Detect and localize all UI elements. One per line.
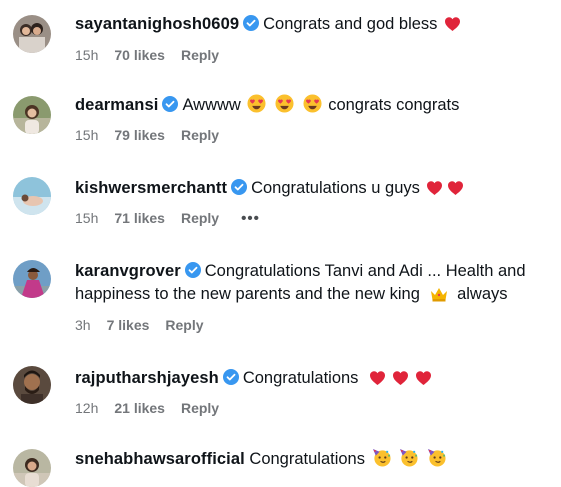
reply-button[interactable]: Reply	[181, 47, 219, 63]
red-heart-icon	[426, 180, 443, 196]
likes-count[interactable]: 7 likes	[107, 317, 150, 333]
timestamp: 15h	[75, 210, 99, 226]
partying-face-icon	[427, 448, 446, 467]
verified-badge-icon	[243, 15, 260, 31]
reply-button[interactable]: Reply	[181, 127, 219, 143]
verified-badge-icon	[184, 262, 201, 278]
verified-badge-icon	[162, 96, 179, 112]
username[interactable]: karanvgrover	[75, 262, 181, 280]
red-heart-icon	[447, 180, 464, 196]
timestamp: 15h	[75, 47, 99, 63]
username[interactable]: sayantanighosh0609	[75, 15, 239, 33]
verified-badge-icon	[231, 179, 248, 195]
comment-text: Congratulations u guys	[251, 179, 420, 197]
partying-face-icon	[399, 448, 418, 467]
username[interactable]: snehabhawsarofficial	[75, 450, 245, 468]
likes-count[interactable]: 71 likes	[114, 210, 165, 226]
likes-count[interactable]: 79 likes	[114, 127, 165, 143]
comment-text: Congratulations	[249, 450, 365, 468]
avatar[interactable]	[13, 96, 51, 134]
more-options-icon[interactable]: •••	[241, 210, 260, 227]
avatar[interactable]	[13, 449, 51, 487]
red-heart-icon	[392, 370, 409, 386]
username[interactable]: kishwersmerchantt	[75, 179, 227, 197]
username[interactable]: dearmansi	[75, 96, 158, 114]
heart-eyes-face-icon	[303, 94, 322, 113]
timestamp: 12h	[75, 400, 99, 416]
username[interactable]: rajputharshjayesh	[75, 369, 219, 387]
crown-icon	[430, 287, 448, 302]
avatar[interactable]	[13, 15, 51, 53]
avatar[interactable]	[13, 177, 51, 215]
comment-text: Congratulations	[242, 369, 359, 387]
comment-text: Congrats and god bless	[263, 15, 438, 33]
red-heart-icon	[444, 16, 461, 32]
heart-eyes-face-icon	[247, 94, 266, 113]
timestamp: 3h	[75, 317, 91, 333]
likes-count[interactable]: 21 likes	[114, 400, 165, 416]
comment-text: Congratulations Tanvi and Adi ... Health…	[204, 262, 526, 280]
avatar[interactable]	[13, 366, 51, 404]
red-heart-icon	[369, 370, 386, 386]
partying-face-icon	[372, 448, 391, 467]
comment-text-line2: happiness to the new parents and the new…	[75, 285, 420, 303]
comment-text-end: congrats congrats	[328, 96, 460, 114]
reply-button[interactable]: Reply	[181, 400, 219, 416]
comment-text-end: always	[457, 285, 508, 303]
avatar[interactable]	[13, 260, 51, 298]
likes-count[interactable]: 70 likes	[114, 47, 165, 63]
reply-button[interactable]: Reply	[181, 210, 219, 226]
timestamp: 15h	[75, 127, 99, 143]
heart-eyes-face-icon	[275, 94, 294, 113]
reply-button[interactable]: Reply	[165, 317, 203, 333]
red-heart-icon	[415, 370, 432, 386]
verified-badge-icon	[222, 369, 239, 385]
comment-text: Awwww	[182, 96, 241, 114]
